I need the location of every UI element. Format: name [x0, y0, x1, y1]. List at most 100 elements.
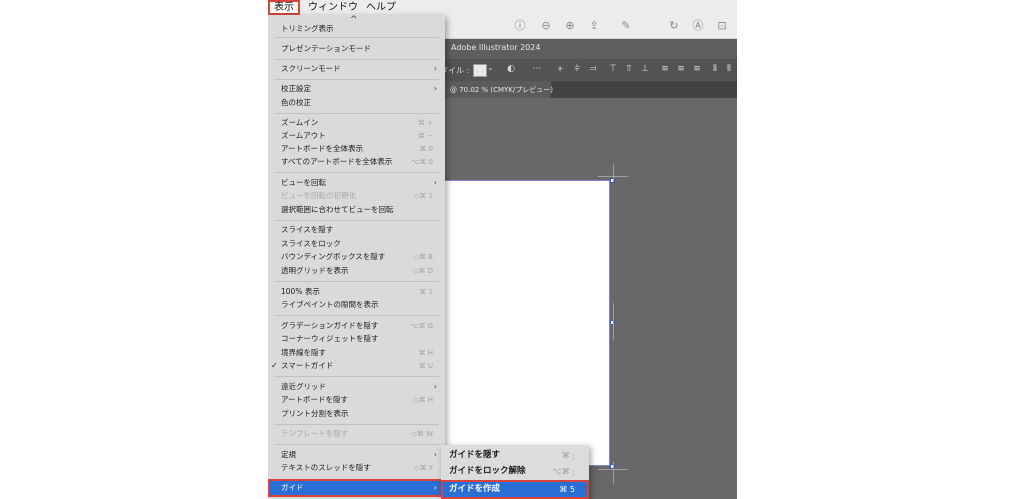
- align-right-icon[interactable]: ⫤: [588, 64, 598, 75]
- menu-separator: [274, 59, 439, 60]
- distribute-middle-icon[interactable]: ≡: [676, 64, 686, 75]
- menu-item-label: 遠近グリッド: [281, 382, 326, 391]
- menu-item-hide-slices[interactable]: スライスを隠す: [268, 224, 445, 236]
- distribute-left-icon[interactable]: ⦀: [710, 64, 720, 75]
- menu-separator: [274, 281, 439, 282]
- menu-item-label: 境界線を隠す: [281, 348, 326, 357]
- menu-item-presentation-mode[interactable]: プレゼンテーションモード: [268, 43, 445, 55]
- menu-item-trim-view[interactable]: トリミング表示: [268, 23, 445, 35]
- menu-item-label: アートボードを全体表示: [281, 144, 364, 153]
- rotate-icon[interactable]: ↻: [668, 20, 680, 32]
- menu-item-proof-colors[interactable]: 色の校正: [268, 97, 445, 109]
- shortcut-label: ◇⌘ B: [413, 253, 433, 261]
- view-menu-dropdown: ^ トリミング表示 プレゼンテーションモード スクリーンモード › 校正設定 › 色…: [268, 15, 445, 499]
- chevron-right-icon: ›: [433, 450, 437, 459]
- distribute-center-icon[interactable]: ⦀: [724, 64, 734, 75]
- submenu-item-unlock-guides[interactable]: ガイドをロック解除 ⌥⌘ ;: [441, 463, 589, 480]
- menu-item-perspective-grid[interactable]: 遠近グリッド ›: [268, 381, 445, 393]
- shortcut-label: ⌘ 1: [419, 288, 433, 296]
- align-bottom-icon[interactable]: ⊥: [640, 64, 650, 75]
- globe-icon[interactable]: ◐: [506, 64, 516, 75]
- chevron-down-icon[interactable]: ⌄: [487, 63, 494, 72]
- menu-item-hide-artboards[interactable]: アートボードを隠す ◇⌘ H: [268, 394, 445, 406]
- menu-item-screen-mode[interactable]: スクリーンモード ›: [268, 63, 445, 75]
- menu-item-label: テンプレートを隠す: [281, 429, 349, 438]
- submenu-item-hide-guides[interactable]: ガイドを隠す ⌘ ;: [441, 447, 589, 464]
- menu-item-rotate-view[interactable]: ビューを回転 ›: [268, 177, 445, 189]
- menu-item-show-transparency-grid[interactable]: 透明グリッドを表示 ◇⌘ D: [268, 265, 445, 277]
- grid-dots-icon[interactable]: ⋯: [532, 64, 542, 75]
- menu-item-show-print-tiling[interactable]: プリント分割を表示: [268, 408, 445, 420]
- menu-item-label: 透明グリッドを表示: [281, 266, 349, 275]
- menu-item-fit-artboard[interactable]: アートボードを全体表示 ⌘ 0: [268, 143, 445, 155]
- menu-item-guides[interactable]: ガイド ›: [268, 479, 445, 497]
- menu-item-label: スクリーンモード: [281, 64, 341, 73]
- chevron-right-icon: ›: [433, 483, 437, 492]
- distribute-top-icon[interactable]: ≡: [660, 64, 670, 75]
- shortcut-label: ◇⌘ W: [411, 430, 433, 438]
- menu-item-label: ズームイン: [281, 118, 319, 127]
- align-top-icon[interactable]: ⊤: [608, 64, 618, 75]
- menu-view[interactable]: 表示: [268, 0, 300, 15]
- trim-mark: [598, 176, 628, 177]
- submenu-item-make-guides[interactable]: ガイドを作成 ⌘ 5: [441, 480, 589, 499]
- menu-item-fit-all[interactable]: すべてのアートボードを全体表示 ⌥⌘ 0: [268, 156, 445, 168]
- menu-item-hide-bounding-box[interactable]: バウンディングボックスを隠す ◇⌘ B: [268, 251, 445, 263]
- trim-mark: [598, 469, 628, 470]
- align-left-icon[interactable]: ⫦: [556, 64, 566, 75]
- shortcut-label: ⌥⌘ 0: [411, 158, 433, 166]
- menu-item-reset-rotate: ビューを回転の初期化 ◇⌘ 1: [268, 190, 445, 202]
- menu-window[interactable]: ウィンドウ: [308, 0, 358, 15]
- toggle-icon[interactable]: ⊡: [716, 20, 728, 32]
- menu-item-label: テキストのスレッドを隠す: [281, 463, 371, 472]
- app-title: Adobe Illustrator 2024: [451, 43, 541, 52]
- shortcut-label: ⌘ +: [417, 119, 433, 127]
- chevron-right-icon: ›: [433, 382, 437, 391]
- menu-item-rulers[interactable]: 定規 ›: [268, 449, 445, 461]
- trim-mark: [613, 164, 614, 182]
- menu-item-live-paint-gaps[interactable]: ライブペイントの隙間を表示: [268, 299, 445, 311]
- menu-item-actual-size[interactable]: 100% 表示 ⌘ 1: [268, 286, 445, 298]
- menu-item-label: ビューを回転の初期化: [281, 191, 356, 200]
- menu-help[interactable]: ヘルプ: [366, 0, 396, 15]
- distribute-bottom-icon[interactable]: ≡: [692, 64, 702, 75]
- menu-item-hide-edges[interactable]: 境界線を隠す ⌘ H: [268, 347, 445, 359]
- align-center-h-icon[interactable]: ⫩: [572, 64, 582, 75]
- menu-item-label: 定規: [281, 450, 296, 459]
- markup-icon[interactable]: Ⓐ: [692, 20, 704, 32]
- menu-item-hide-gradient-annotator[interactable]: グラデーションガイドを隠す ⌥⌘ G: [268, 320, 445, 332]
- menu-item-label: 100% 表示: [281, 287, 320, 296]
- trim-mark: [613, 462, 614, 484]
- zoom-out-icon[interactable]: ⊖: [540, 20, 552, 32]
- document-tab-label: @ 70.02 % (CMYK/プレビュー): [450, 86, 553, 94]
- menu-item-label: プレゼンテーションモード: [281, 44, 371, 53]
- tile-swatch[interactable]: [473, 64, 487, 77]
- menu-item-lock-slices[interactable]: スライスをロック: [268, 238, 445, 250]
- share-icon[interactable]: ⇪: [588, 20, 600, 32]
- align-middle-v-icon[interactable]: ⫪: [624, 64, 634, 75]
- zoom-in-icon[interactable]: ⊕: [564, 20, 576, 32]
- menu-item-label: ガイドを隠す: [449, 450, 501, 460]
- menu-separator: [274, 444, 439, 445]
- chevron-right-icon: ›: [433, 84, 437, 93]
- menu-item-zoom-in[interactable]: ズームイン ⌘ +: [268, 117, 445, 129]
- menu-item-label: ガイド: [281, 483, 304, 492]
- menu-bar: 表示 ウィンドウ ヘルプ: [268, 0, 737, 15]
- menu-item-label: すべてのアートボードを全体表示: [281, 157, 393, 166]
- shortcut-label: ⌘ H: [418, 349, 434, 357]
- info-icon[interactable]: ⓘ: [514, 20, 526, 32]
- menu-item-proof-setup[interactable]: 校正設定 ›: [268, 83, 445, 95]
- menu-item-rotate-to-selection[interactable]: 選択範囲に合わせてビューを回転: [268, 204, 445, 216]
- menu-separator: [274, 220, 439, 221]
- artboard[interactable]: [438, 180, 610, 466]
- trim-mark: [613, 303, 614, 341]
- menu-separator: [274, 376, 439, 377]
- menu-separator: [274, 79, 439, 80]
- menu-item-hide-text-threads[interactable]: テキストのスレッドを隠す ◇⌘ Y: [268, 462, 445, 474]
- pencil-icon[interactable]: ✎: [620, 20, 632, 32]
- shortcut-label: ◇⌘ 1: [413, 192, 433, 200]
- menu-item-hide-corner-widget[interactable]: コーナーウィジェットを隠す: [268, 333, 445, 345]
- menu-item-smart-guides[interactable]: ✓ スマートガイド ⌘ U: [268, 360, 445, 372]
- app-window: 表示 ウィンドウ ヘルプ ⓘ ⊖ ⊕ ⇪ ✎ ↻ Ⓐ ⊡ Adobe Illus…: [268, 0, 737, 499]
- menu-item-zoom-out[interactable]: ズームアウト ⌘ −: [268, 130, 445, 142]
